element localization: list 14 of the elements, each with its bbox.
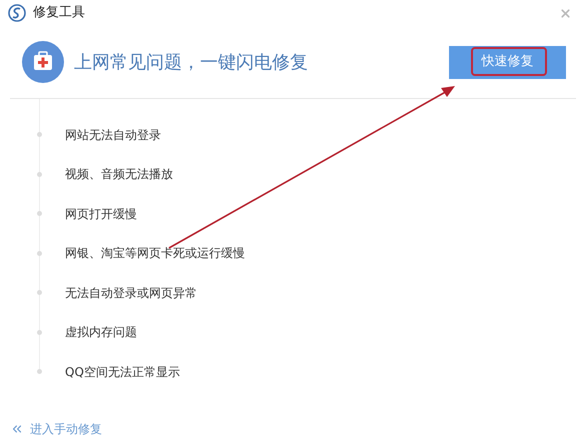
issue-item: 网站无法自动登录	[65, 126, 161, 144]
manual-repair-link[interactable]: 进入手动修复	[10, 420, 102, 438]
app-logo-icon	[8, 4, 26, 22]
issue-item: 虚拟内存问题	[65, 324, 137, 342]
headline: 上网常见问题，一键闪电修复	[74, 50, 308, 74]
window-title: 修复工具	[33, 4, 85, 22]
issue-item: QQ空间无法正常显示	[65, 364, 180, 381]
issue-item: 视频、音频无法播放	[65, 166, 173, 184]
close-button[interactable]	[559, 6, 572, 20]
issue-item: 网银、淘宝等网页卡死或运行缓慢	[65, 245, 245, 262]
issue-item: 无法自动登录或网页异常	[65, 284, 197, 302]
issue-item: 网页打开缓慢	[65, 206, 137, 223]
medical-kit-icon	[22, 41, 64, 83]
quick-repair-button[interactable]: 快速修复	[449, 46, 566, 78]
